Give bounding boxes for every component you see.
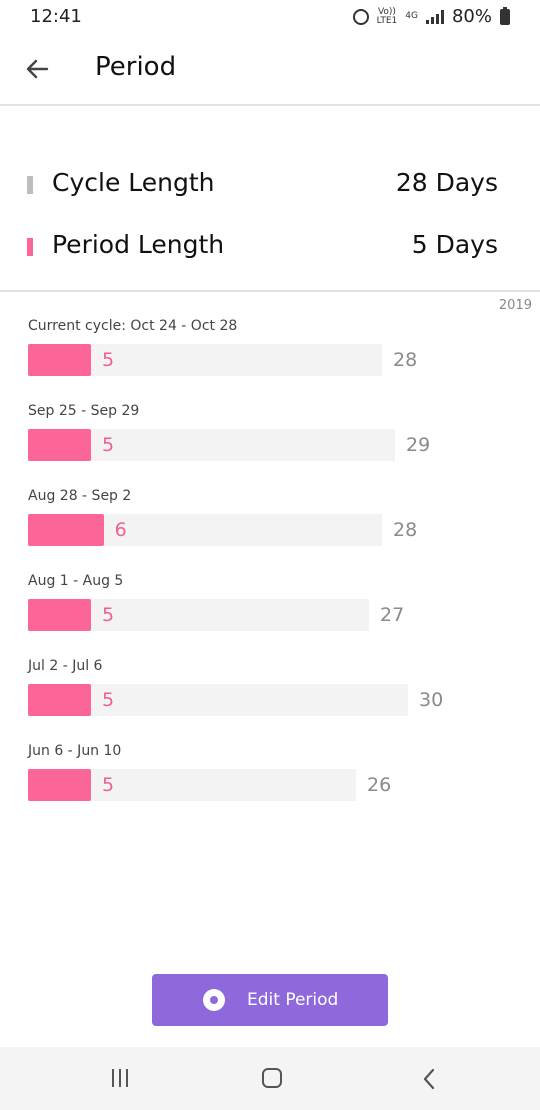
cycle-row[interactable]: Aug 1 - Aug 5 5 27 bbox=[0, 573, 540, 658]
period-bar bbox=[28, 344, 91, 376]
cycle-row[interactable]: Current cycle: Oct 24 - Oct 28 5 28 bbox=[0, 318, 540, 403]
cycle-range: Sep 25 - Sep 29 bbox=[28, 403, 140, 419]
alarm-icon bbox=[352, 8, 369, 25]
cycle-length-marker bbox=[27, 176, 33, 194]
app-bar: Period bbox=[0, 34, 540, 106]
signal-icon bbox=[425, 9, 444, 24]
net-type: 4G bbox=[405, 11, 418, 21]
period-bar bbox=[28, 684, 91, 716]
period-days: 5 bbox=[102, 689, 115, 711]
battery-percent: 80% bbox=[451, 6, 492, 27]
cycle-length-label: Cycle Length bbox=[52, 168, 215, 197]
period-length-label: Period Length bbox=[52, 230, 225, 259]
cycle-range: Current cycle: Oct 24 - Oct 28 bbox=[28, 318, 238, 334]
period-days: 6 bbox=[114, 519, 127, 541]
status-icons: Vo)) LTE1 4G 80% bbox=[352, 6, 510, 27]
recent-apps-icon[interactable] bbox=[112, 1069, 128, 1087]
edit-period-button[interactable]: Edit Period bbox=[152, 974, 388, 1026]
cycle-length-row: Cycle Length 28 Days bbox=[0, 168, 540, 208]
cycle-range: Aug 28 - Sep 2 bbox=[28, 488, 132, 504]
home-icon[interactable] bbox=[262, 1068, 282, 1088]
period-days: 5 bbox=[102, 604, 115, 626]
period-bar bbox=[28, 599, 91, 631]
back-arrow-icon[interactable] bbox=[22, 54, 52, 84]
year-label: 2019 bbox=[498, 298, 532, 313]
page-title: Period bbox=[95, 52, 177, 82]
status-time: 12:41 bbox=[30, 6, 82, 27]
period-length-marker bbox=[27, 238, 33, 256]
cycle-days: 29 bbox=[406, 434, 431, 456]
period-days: 5 bbox=[102, 774, 115, 796]
cycle-length-value: 28 Days bbox=[395, 168, 498, 197]
network-label: Vo)) LTE1 bbox=[376, 7, 398, 26]
cycle-days: 27 bbox=[380, 604, 405, 626]
cycle-range: Jun 6 - Jun 10 bbox=[28, 743, 122, 759]
cycle-days: 30 bbox=[419, 689, 444, 711]
period-bar bbox=[28, 769, 91, 801]
edit-period-label: Edit Period bbox=[247, 990, 339, 1010]
cycle-range: Jul 2 - Jul 6 bbox=[28, 658, 103, 674]
period-length-value: 5 Days bbox=[411, 230, 498, 259]
status-bar: 12:41 Vo)) LTE1 4G 80% bbox=[0, 0, 540, 34]
cycle-list: Current cycle: Oct 24 - Oct 28 5 28 Sep … bbox=[0, 318, 540, 828]
nav-back-icon[interactable] bbox=[416, 1065, 444, 1093]
period-days: 5 bbox=[102, 349, 115, 371]
battery-icon bbox=[500, 6, 510, 25]
cycle-row[interactable]: Jun 6 - Jun 10 5 26 bbox=[0, 743, 540, 828]
cycle-days: 28 bbox=[393, 519, 418, 541]
cycle-days: 28 bbox=[393, 349, 418, 371]
period-bar bbox=[28, 429, 91, 461]
period-dot-icon bbox=[203, 989, 225, 1011]
period-bar bbox=[28, 514, 104, 546]
period-days: 5 bbox=[102, 434, 115, 456]
network-bottom: LTE1 bbox=[376, 15, 398, 26]
cycle-row[interactable]: Jul 2 - Jul 6 5 30 bbox=[0, 658, 540, 743]
cycle-row[interactable]: Sep 25 - Sep 29 5 29 bbox=[0, 403, 540, 488]
period-length-row: Period Length 5 Days bbox=[0, 230, 540, 270]
section-divider bbox=[0, 290, 540, 292]
cycle-days: 26 bbox=[367, 774, 392, 796]
cycle-range: Aug 1 - Aug 5 bbox=[28, 573, 124, 589]
cycle-row[interactable]: Aug 28 - Sep 2 6 28 bbox=[0, 488, 540, 573]
system-nav-bar bbox=[0, 1047, 540, 1110]
